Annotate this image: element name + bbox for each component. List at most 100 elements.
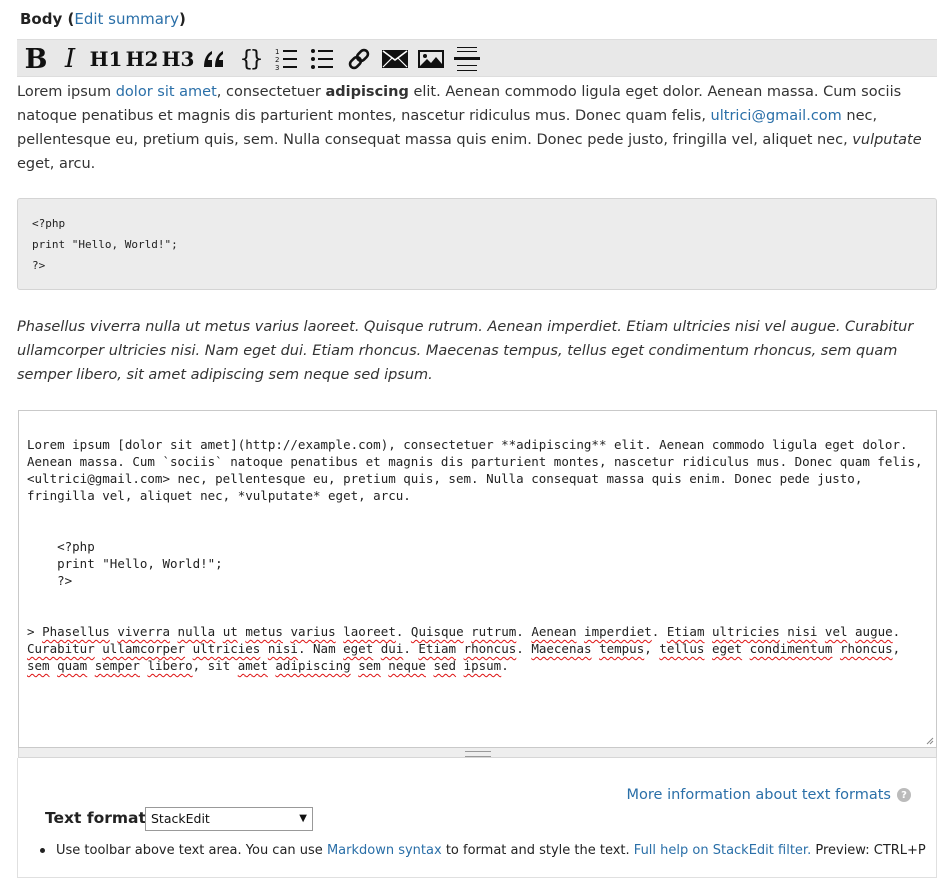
- markdown-syntax-link[interactable]: Markdown syntax: [327, 843, 442, 858]
- spellcheck-word: Etiam: [418, 641, 457, 656]
- spellcheck-word: augue: [855, 624, 893, 639]
- text-format-label: Text format: [45, 809, 146, 827]
- envelope-icon: [382, 50, 408, 68]
- editor-text: [832, 641, 840, 656]
- editor-text: .: [395, 624, 411, 639]
- resize-handle-icon[interactable]: [926, 737, 934, 745]
- bold-button[interactable]: B: [23, 40, 49, 78]
- text-format-wrapper: More information about text formats ? Te…: [17, 758, 937, 878]
- markdown-textarea[interactable]: Lorem ipsum [dolor sit amet](http://exam…: [18, 410, 937, 748]
- svg-text:1: 1: [275, 48, 279, 56]
- spellcheck-word: sem: [358, 658, 381, 673]
- editor-text: [464, 624, 472, 639]
- edit-summary-link[interactable]: Edit summary: [74, 10, 179, 28]
- dropdown-arrow-icon: ▼: [299, 813, 307, 824]
- textarea-grippie[interactable]: [18, 748, 937, 758]
- email-button[interactable]: [381, 40, 409, 78]
- preview-bold: adipiscing: [325, 84, 409, 100]
- ordered-list-button[interactable]: 1 2 3: [273, 40, 299, 78]
- spellcheck-word: eget: [343, 641, 374, 656]
- editor-text: .: [651, 624, 667, 639]
- spellcheck-word: ut: [222, 624, 238, 639]
- h2-button[interactable]: H2: [126, 40, 159, 78]
- editor-text: >: [27, 624, 43, 639]
- editor-text: [704, 641, 712, 656]
- bold-icon: B: [24, 43, 48, 75]
- editor-text: , sit: [192, 658, 238, 673]
- spellcheck-word: Maecenas: [531, 641, 592, 656]
- spellcheck-word: adipiscing: [275, 658, 351, 673]
- editor-text: .: [516, 641, 532, 656]
- editor-text: . Nam: [297, 641, 344, 656]
- editor-text: [50, 658, 58, 673]
- link-button[interactable]: [345, 40, 373, 78]
- spellcheck-word: viverra: [117, 624, 171, 639]
- h3-button[interactable]: H3: [162, 40, 195, 78]
- editor-text: .: [516, 624, 532, 639]
- spellcheck-word: laoreet: [343, 624, 396, 639]
- stackedit-help-link[interactable]: Full help on StackEdit filter.: [634, 843, 811, 858]
- text-format-select[interactable]: StackEdit ▼: [145, 807, 313, 831]
- help-icon[interactable]: ?: [897, 788, 911, 802]
- editor-text: .: [501, 658, 509, 673]
- editor-paragraph: Lorem ipsum [dolor sit amet](http://exam…: [27, 437, 931, 503]
- link-icon: [348, 48, 370, 70]
- preview-code-block: <?php print "Hello, World!"; ?>: [17, 198, 937, 290]
- editor-text: [592, 641, 600, 656]
- preview-email-link[interactable]: ultrici@gmail.com: [711, 108, 842, 124]
- spellcheck-word: tempus: [599, 641, 645, 656]
- preview-italic: vulputate: [852, 132, 922, 148]
- editor-text: ,: [892, 641, 908, 656]
- spellcheck-word: rutrum: [471, 624, 517, 639]
- spellcheck-word: ultricies: [192, 641, 261, 656]
- more-info-link[interactable]: More information about text formats: [627, 787, 891, 803]
- svg-text:2: 2: [275, 56, 279, 64]
- text-format-selected: StackEdit: [151, 811, 210, 826]
- spellcheck-word: Curabitur: [27, 641, 95, 656]
- spellcheck-word: varius: [290, 624, 336, 639]
- unordered-list-button[interactable]: [309, 40, 335, 78]
- italic-button[interactable]: I: [59, 40, 81, 78]
- grippie-lines-icon: [464, 751, 491, 757]
- spellcheck-word: Phasellus: [42, 624, 110, 639]
- editor-text: [456, 641, 464, 656]
- editor-text: [848, 624, 856, 639]
- svg-text:3: 3: [275, 64, 279, 72]
- spellcheck-word: semper: [94, 658, 140, 673]
- filter-tips: Use toolbar above text area. You can use…: [40, 843, 926, 858]
- spellcheck-word: ullamcorper: [102, 641, 186, 656]
- spellcheck-word: rhoncus: [463, 641, 517, 656]
- spellcheck-word: dui: [380, 641, 404, 656]
- spellcheck-word: vel: [824, 624, 848, 639]
- editor-quote: > Phasellus viverra nulla ut metus variu…: [27, 624, 908, 673]
- spellcheck-word: tellus: [659, 641, 705, 656]
- editor-toolbar: B I H1 H2 H3 {} 1 2 3: [17, 39, 937, 77]
- preview-link[interactable]: dolor sit amet: [116, 84, 217, 100]
- editor-text: [215, 624, 223, 639]
- spellcheck-word: Etiam: [666, 624, 705, 639]
- spellcheck-word: rhoncus: [839, 641, 893, 656]
- editor-text: [704, 624, 712, 639]
- editor-text: [260, 641, 268, 656]
- spellcheck-word: amet: [237, 658, 268, 673]
- editor-code: <?php print "Hello, World!"; ?>: [57, 539, 223, 588]
- bullet-icon: [40, 848, 45, 853]
- h1-button[interactable]: H1: [90, 40, 123, 78]
- editor-text: [742, 641, 750, 656]
- editor-text: [87, 658, 95, 673]
- editor-text: ,: [644, 641, 660, 656]
- spellcheck-word: nisi: [787, 624, 818, 639]
- editor-text: [373, 641, 381, 656]
- blockquote-button[interactable]: [201, 40, 227, 78]
- image-button[interactable]: [417, 40, 445, 78]
- italic-icon: I: [64, 44, 76, 74]
- editor-text: [185, 641, 193, 656]
- horizontal-rule-button[interactable]: [453, 40, 481, 78]
- editor-text: [170, 624, 178, 639]
- editor-text: .: [892, 624, 908, 639]
- code-button[interactable]: {}: [237, 40, 263, 78]
- spellcheck-word: neque: [388, 658, 426, 673]
- spellcheck-word: metus: [245, 624, 283, 639]
- preview-paragraph: Lorem ipsum dolor sit amet, consectetuer…: [17, 84, 922, 172]
- editor-text: [577, 624, 585, 639]
